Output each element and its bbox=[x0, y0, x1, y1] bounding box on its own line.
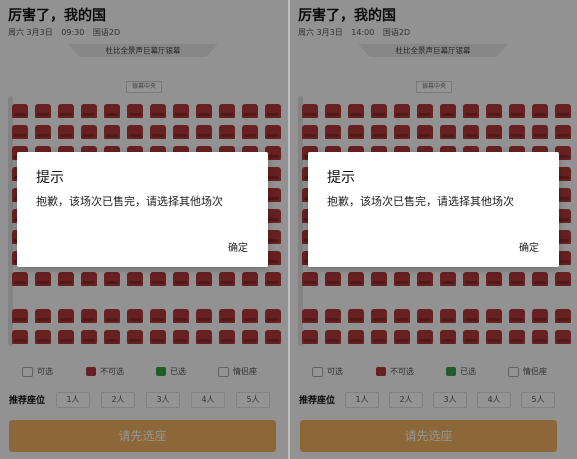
dialog-title: 提示 bbox=[36, 170, 64, 186]
right-screen: 厉害了，我的国 周六 3月3日 14:00 国语2D 杜比全景声巨幕厅银幕 银幕… bbox=[290, 0, 577, 459]
dialog-message: 抱歉，该场次已售完，请选择其他场次 bbox=[327, 195, 514, 208]
sold-out-dialog: 提示 抱歉，该场次已售完，请选择其他场次 确定 bbox=[17, 152, 268, 267]
confirm-button[interactable]: 确定 bbox=[228, 239, 248, 254]
dialog-title: 提示 bbox=[327, 170, 355, 186]
confirm-button[interactable]: 确定 bbox=[519, 239, 539, 254]
left-screen: 厉害了，我的国 周六 3月3日 09:30 国语2D 杜比全景声巨幕厅银幕 银幕… bbox=[0, 0, 288, 459]
dialog-message: 抱歉，该场次已售完，请选择其他场次 bbox=[36, 195, 223, 208]
sold-out-dialog: 提示 抱歉，该场次已售完，请选择其他场次 确定 bbox=[308, 152, 559, 267]
